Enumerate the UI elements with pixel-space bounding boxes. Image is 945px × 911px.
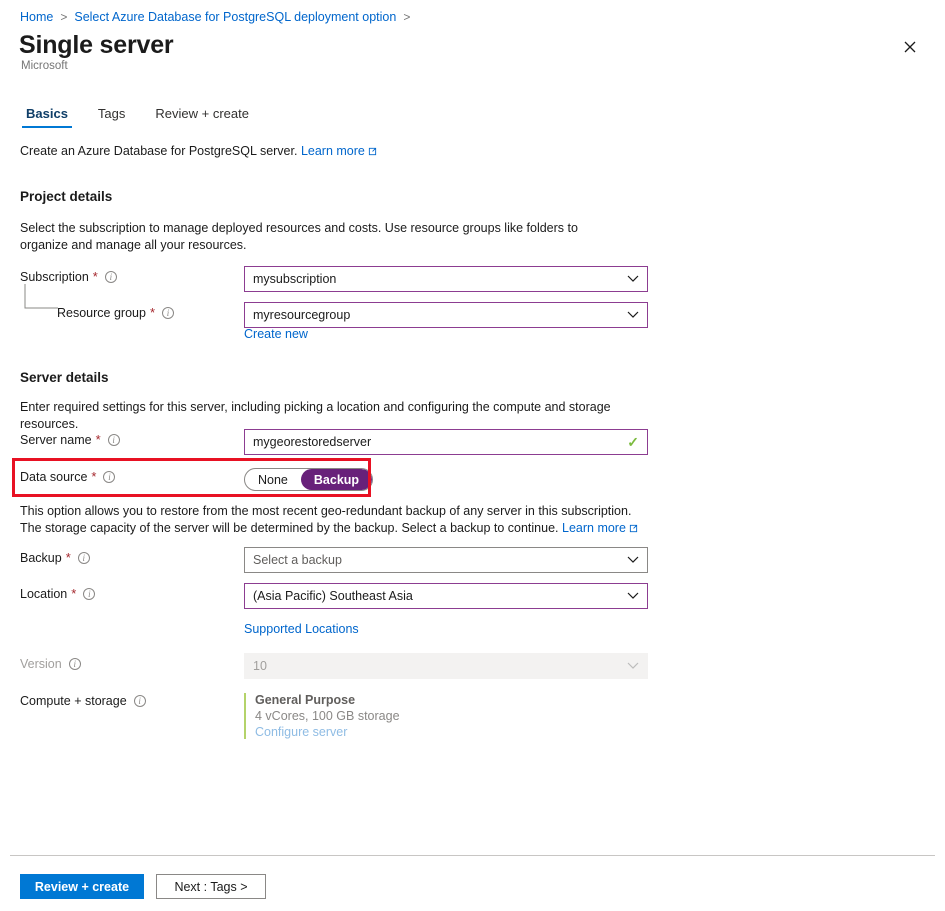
chevron-down-icon	[627, 661, 639, 672]
breadcrumb: Home > Select Azure Database for Postgre…	[20, 8, 410, 26]
info-icon[interactable]: i	[83, 588, 96, 600]
required-asterisk: *	[91, 469, 97, 484]
label-location-text: Location	[20, 587, 68, 601]
tab-tags[interactable]: Tags	[94, 106, 129, 128]
chevron-down-icon	[627, 555, 639, 566]
create-single-server-page: Home > Select Azure Database for Postgre…	[0, 0, 945, 911]
compute-storage-tier: General Purpose	[255, 693, 356, 707]
required-asterisk: *	[149, 305, 156, 320]
form-row-subscription: Subscription * i mysubscription	[0, 266, 945, 292]
label-backup-text: Backup	[20, 551, 62, 565]
location-value: (Asia Pacific) Southeast Asia	[253, 589, 413, 603]
section-heading-server-details: Server details	[20, 370, 109, 385]
required-asterisk: *	[71, 586, 77, 601]
label-version: Version i	[20, 657, 81, 671]
form-row-data-source: Data source * i None Backup	[0, 466, 945, 492]
breadcrumb-separator-icon: >	[60, 10, 68, 24]
version-value: 10	[253, 659, 267, 673]
review-create-button[interactable]: Review + create	[20, 874, 144, 899]
next-tags-button[interactable]: Next : Tags >	[156, 874, 266, 899]
info-icon[interactable]: i	[107, 434, 120, 446]
compute-storage-specs: 4 vCores, 100 GB storage	[255, 709, 400, 723]
label-server-name-text: Server name	[20, 433, 92, 447]
server-name-value: mygeorestoredserver	[253, 435, 372, 449]
form-row-location: Location * i (Asia Pacific) Southeast As…	[0, 583, 945, 609]
location-dropdown[interactable]: (Asia Pacific) Southeast Asia	[244, 583, 648, 609]
chevron-down-icon	[627, 310, 639, 321]
data-source-learn-more-link[interactable]: Learn more	[562, 521, 626, 535]
info-icon[interactable]: i	[103, 471, 116, 483]
chevron-down-icon	[627, 274, 639, 285]
resource-group-value: myresourcegroup	[253, 308, 351, 322]
info-icon[interactable]: i	[77, 552, 90, 564]
section-heading-project-details: Project details	[20, 189, 113, 204]
tab-bar: Basics Tags Review + create	[22, 106, 253, 128]
label-location: Location * i	[20, 586, 96, 601]
footer-divider	[10, 855, 935, 856]
server-name-input[interactable]: mygeorestoredserver ✓	[244, 429, 648, 455]
supported-locations-link[interactable]: Supported Locations	[244, 622, 359, 636]
data-source-help-text-body: This option allows you to restore from t…	[20, 504, 632, 535]
breadcrumb-separator-icon-2: >	[403, 10, 411, 24]
form-row-compute-storage: Compute + storage i General Purpose 4 vC…	[0, 690, 945, 752]
form-intro: Create an Azure Database for PostgreSQL …	[20, 144, 377, 159]
info-icon[interactable]: i	[68, 658, 81, 670]
section-description-server-details: Enter required settings for this server,…	[20, 400, 611, 431]
info-icon[interactable]: i	[104, 271, 117, 283]
label-server-name: Server name * i	[20, 433, 120, 447]
label-subscription: Subscription * i	[20, 270, 117, 284]
info-icon[interactable]: i	[162, 307, 175, 319]
info-icon[interactable]: i	[133, 695, 146, 707]
backup-dropdown[interactable]: Select a backup	[244, 547, 648, 573]
validation-check-icon: ✓	[627, 434, 639, 450]
backup-placeholder: Select a backup	[253, 553, 342, 567]
label-resource-group: Resource group * i	[57, 305, 175, 320]
version-dropdown: 10	[244, 653, 648, 679]
data-source-help-text: This option allows you to restore from t…	[20, 503, 650, 538]
compute-storage-summary: General Purpose 4 vCores, 100 GB storage…	[244, 693, 400, 739]
label-subscription-text: Subscription	[20, 270, 89, 284]
external-link-icon	[368, 145, 377, 159]
subscription-dropdown[interactable]: mysubscription	[244, 266, 648, 292]
form-row-resource-group: Resource group * i myresourcegroup	[0, 302, 945, 328]
form-intro-text: Create an Azure Database for PostgreSQL …	[20, 144, 298, 158]
subscription-value: mysubscription	[253, 272, 337, 286]
resource-group-dropdown[interactable]: myresourcegroup	[244, 302, 648, 328]
label-data-source: Data source * i	[20, 469, 116, 484]
external-link-icon	[629, 521, 638, 538]
form-row-backup: Backup * i Select a backup	[0, 547, 945, 573]
breadcrumb-item-home[interactable]: Home	[20, 8, 53, 26]
label-resource-group-text: Resource group	[57, 306, 146, 320]
intro-learn-more-link[interactable]: Learn more	[301, 144, 365, 158]
data-source-toggle[interactable]: None Backup	[244, 468, 374, 491]
data-source-option-none[interactable]: None	[245, 469, 301, 490]
label-compute-storage-text: Compute + storage	[20, 694, 127, 708]
label-backup: Backup * i	[20, 551, 90, 565]
page-publisher: Microsoft	[21, 60, 68, 72]
required-asterisk: *	[92, 269, 98, 284]
label-version-text: Version	[20, 657, 62, 671]
data-source-option-backup[interactable]: Backup	[300, 469, 373, 490]
create-new-resource-group-link[interactable]: Create new	[244, 327, 308, 341]
form-row-version: Version i 10	[0, 653, 945, 679]
configure-server-link[interactable]: Configure server	[255, 725, 400, 739]
tab-review-create[interactable]: Review + create	[151, 106, 253, 128]
page-title: Single server	[19, 31, 174, 59]
required-asterisk: *	[95, 432, 101, 447]
label-compute-storage: Compute + storage i	[20, 694, 146, 708]
section-description-project-details: Select the subscription to manage deploy…	[20, 221, 578, 252]
close-icon[interactable]	[899, 36, 921, 58]
required-asterisk: *	[65, 550, 71, 565]
chevron-down-icon	[627, 591, 639, 602]
label-data-source-text: Data source	[20, 470, 88, 484]
breadcrumb-item-deployment-option[interactable]: Select Azure Database for PostgreSQL dep…	[74, 8, 396, 26]
tab-basics[interactable]: Basics	[22, 106, 72, 128]
form-row-server-name: Server name * i mygeorestoredserver ✓	[0, 429, 945, 455]
